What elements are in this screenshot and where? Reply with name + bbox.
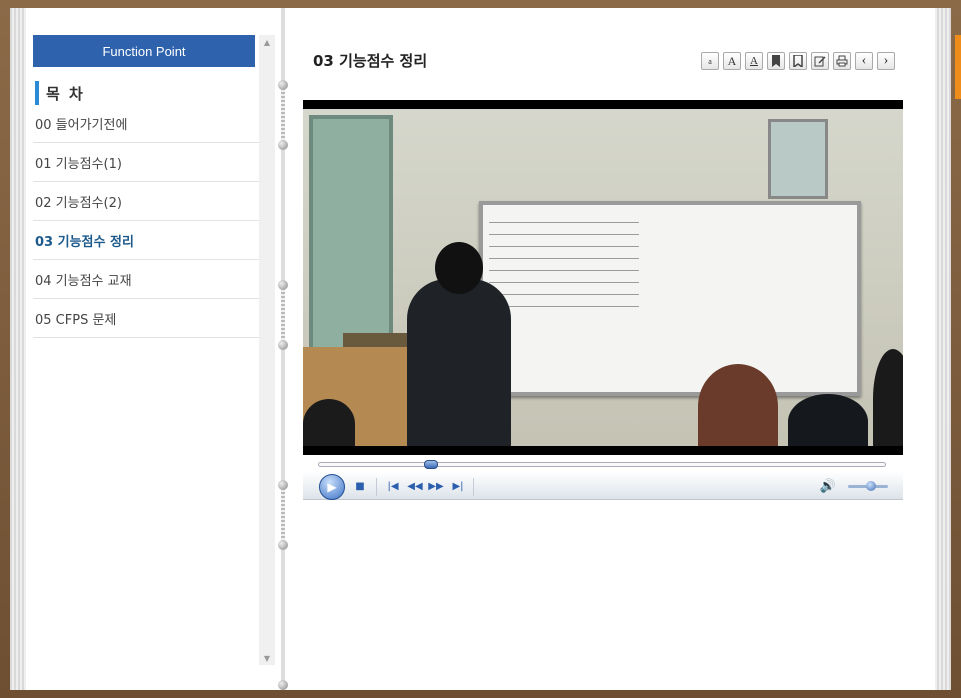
bookmark-button[interactable] [767, 52, 785, 70]
volume-slider[interactable] [848, 481, 888, 491]
video-scene-lecturer [407, 279, 511, 446]
ring-link [281, 288, 285, 340]
toc-list: 00 들어가기전에 01 기능점수(1) 02 기능점수(2) 03 기능점수 … [33, 104, 259, 338]
ring-icon [278, 540, 288, 550]
ring-icon [278, 680, 288, 690]
font-smaller-button[interactable]: a [701, 52, 719, 70]
video-scene-audience [303, 399, 355, 446]
toc-item-03-active[interactable]: 03 기능점수 정리 [33, 221, 259, 260]
controls-divider [376, 478, 377, 496]
skip-back-button[interactable]: |◀ [384, 478, 402, 494]
video-seek-thumb[interactable] [424, 460, 439, 469]
ring-icon [278, 480, 288, 490]
edit-icon [814, 56, 826, 67]
ring-icon [278, 340, 288, 350]
controls-divider [473, 478, 474, 496]
bookmark-icon [772, 55, 780, 67]
bookmark-list-button[interactable] [789, 52, 807, 70]
video-scene-audience [698, 364, 778, 446]
memo-button[interactable] [811, 52, 829, 70]
font-default-icon: A [750, 55, 758, 67]
video-scene-window [768, 119, 828, 199]
print-icon [836, 55, 848, 67]
toc-heading-bar [35, 81, 39, 105]
skip-forward-icon: ▶| [452, 480, 464, 492]
skip-forward-button[interactable]: ▶| [449, 478, 467, 494]
video-controls: ▶ ■ |◀ ◀◀ ▶▶ ▶| 🔊 [303, 472, 903, 500]
lecture-video-frame [303, 109, 903, 446]
video-scene-audience [788, 394, 868, 446]
lecture-video[interactable] [303, 100, 903, 455]
toc-item-04[interactable]: 04 기능점수 교재 [33, 260, 259, 299]
video-scene-lecturer-head [435, 242, 483, 294]
toc-item-01[interactable]: 01 기능점수(1) [33, 143, 259, 182]
toc-scrollbar[interactable]: ▲ ▼ [259, 35, 275, 665]
play-icon: ▶ [327, 480, 337, 494]
skip-back-icon: |◀ [387, 480, 399, 492]
rewind-icon: ◀◀ [407, 480, 423, 492]
scroll-down-icon[interactable]: ▼ [259, 651, 275, 665]
play-button[interactable]: ▶ [319, 474, 345, 500]
font-default-button[interactable]: A [745, 52, 763, 70]
ring-icon [278, 280, 288, 290]
bookmark-list-icon [793, 55, 803, 67]
toc-heading-label: 목 차 [46, 84, 85, 103]
ring-link [281, 488, 285, 540]
font-smaller-icon: a [708, 56, 712, 66]
ring-icon [278, 140, 288, 150]
page-title: 03 기능점수 정리 [313, 52, 428, 70]
video-scene-door [309, 115, 393, 355]
print-button[interactable] [833, 52, 851, 70]
video-scene-whiteboard [479, 201, 861, 396]
ring-icon [278, 80, 288, 90]
font-larger-button[interactable]: A [723, 52, 741, 70]
video-seek-bar[interactable] [318, 460, 886, 469]
chevron-left-icon: ‹ [861, 53, 867, 68]
rewind-button[interactable]: ◀◀ [406, 478, 424, 494]
page-edge-right [935, 8, 951, 690]
prev-page-button[interactable]: ‹ [855, 52, 873, 70]
toc-item-02[interactable]: 02 기능점수(2) [33, 182, 259, 221]
stop-icon: ■ [355, 480, 365, 492]
fast-forward-icon: ▶▶ [428, 480, 444, 492]
scroll-up-icon[interactable]: ▲ [259, 35, 275, 49]
toc-item-00[interactable]: 00 들어가기전에 [33, 104, 259, 143]
chevron-right-icon: › [883, 53, 889, 68]
volume-icon: 🔊 [819, 478, 837, 494]
next-page-button[interactable]: › [877, 52, 895, 70]
toc-heading: 목 차 [35, 81, 85, 105]
font-larger-icon: A [727, 53, 737, 68]
video-scene-audience [873, 349, 903, 446]
volume-slider-thumb[interactable] [866, 481, 876, 491]
course-title-header: Function Point [33, 35, 255, 67]
fast-forward-button[interactable]: ▶▶ [427, 478, 445, 494]
ring-link [281, 88, 285, 140]
page-edge-left [10, 8, 26, 690]
side-tab[interactable] [955, 35, 961, 99]
volume-button[interactable]: 🔊 [819, 478, 837, 494]
toc-item-05[interactable]: 05 CFPS 문제 [33, 299, 259, 338]
whiteboard-writing [489, 213, 639, 308]
reader-toolbar: a A A ‹ › [701, 52, 895, 70]
stop-button[interactable]: ■ [354, 480, 366, 492]
